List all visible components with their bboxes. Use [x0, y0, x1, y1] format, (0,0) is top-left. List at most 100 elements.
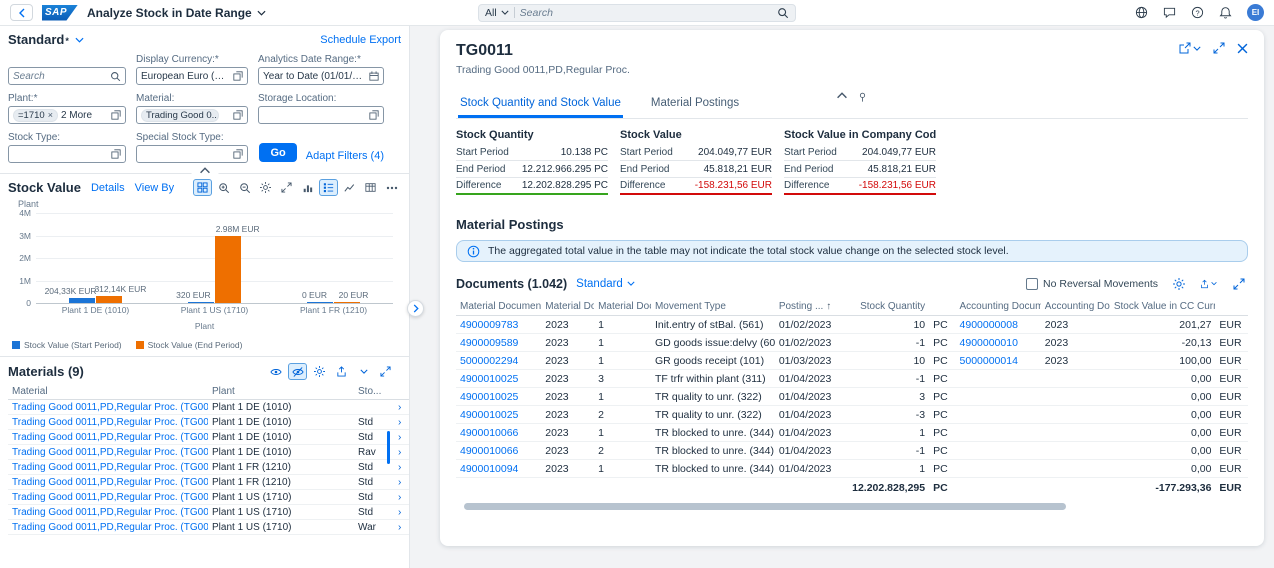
bar-chart-icon[interactable]: [298, 179, 317, 196]
enter-fullscreen-button[interactable]: [1213, 42, 1225, 54]
documents-variant-selector[interactable]: Standard: [576, 278, 635, 290]
fullscreen-icon[interactable]: [376, 363, 395, 380]
documents-col-header[interactable]: Posting ... ↑: [774, 298, 844, 316]
search-scope-select[interactable]: All: [485, 7, 509, 19]
schedule-export-link[interactable]: Schedule Export: [320, 34, 401, 46]
table-row[interactable]: Trading Good 0011,PD,Regular Proc. (TG00…: [8, 429, 409, 445]
zoom-out-icon[interactable]: [235, 179, 254, 196]
legend-icon[interactable]: [319, 179, 338, 196]
documents-col-header[interactable]: Accounting Do...: [1040, 298, 1110, 316]
accounting-document-link[interactable]: 4900000010: [960, 337, 1018, 349]
material-link[interactable]: Trading Good 0011,PD,Regular Proc. (TG00…: [12, 477, 208, 488]
shell-search-input[interactable]: [519, 6, 772, 19]
display-currency-field[interactable]: European Euro (EUR): [136, 67, 248, 85]
table-row[interactable]: 4900010066 2023 2 TR blocked to unre. (344)…: [456, 441, 1248, 460]
documents-col-header[interactable]: [1215, 298, 1248, 316]
search-icon[interactable]: [777, 7, 789, 19]
pin-header-button[interactable]: [858, 92, 868, 102]
legend-item[interactable]: Stock Value (End Period): [135, 340, 242, 350]
eye-icon[interactable]: [266, 363, 285, 380]
value-help-icon[interactable]: [233, 71, 243, 81]
plant-field[interactable]: =1710 × 2 More: [8, 106, 126, 124]
row-navigation-chevron[interactable]: ›: [394, 399, 409, 415]
material-document-link[interactable]: 4900009589: [460, 337, 518, 349]
material-link[interactable]: Trading Good 0011,PD,Regular Proc. (TG00…: [12, 417, 208, 428]
row-navigation-chevron[interactable]: ›: [394, 414, 409, 430]
materials-col-header[interactable]: Plant: [208, 384, 354, 400]
help-icon[interactable]: ?: [1191, 6, 1204, 19]
table-row[interactable]: 5000002294 2023 1 GR goods receipt (101) 01/…: [456, 351, 1248, 370]
scrollbar-thumb[interactable]: [464, 503, 1066, 510]
row-navigation-chevron[interactable]: ›: [394, 489, 409, 505]
material-document-link[interactable]: 4900010025: [460, 373, 518, 385]
close-button[interactable]: [1237, 43, 1248, 54]
table-row[interactable]: 4900010094 2023 1 TR blocked to unre. (344)…: [456, 459, 1248, 478]
tab-stock-quantity-and-stock-value[interactable]: Stock Quantity and Stock Value: [458, 92, 623, 118]
row-navigation-chevron[interactable]: ›: [394, 444, 409, 460]
drilldown-icon[interactable]: [193, 179, 212, 196]
table-row[interactable]: Trading Good 0011,PD,Regular Proc. (TG00…: [8, 504, 409, 520]
accounting-document-link[interactable]: 4900000008: [960, 319, 1018, 331]
documents-col-header[interactable]: Stock Quantity: [843, 298, 930, 316]
material-link[interactable]: Trading Good 0011,PD,Regular Proc. (TG00…: [12, 492, 208, 503]
accounting-document-link[interactable]: 5000000014: [960, 355, 1018, 367]
legend-item[interactable]: Stock Value (Start Period): [12, 340, 122, 350]
chart-bar[interactable]: 0 EUR: [302, 290, 333, 303]
materials-col-header[interactable]: Sto...: [354, 384, 394, 400]
expand-splitter-button[interactable]: [407, 300, 424, 317]
export-icon[interactable]: [332, 363, 351, 380]
bell-icon[interactable]: [1219, 6, 1232, 19]
chart-bar[interactable]: 20 EUR: [334, 290, 368, 303]
material-document-link[interactable]: 4900010094: [460, 463, 518, 475]
checkbox-icon[interactable]: [1026, 277, 1039, 290]
filter-search-field[interactable]: [8, 67, 126, 85]
documents-col-header[interactable]: [929, 298, 956, 316]
documents-col-header[interactable]: Accounting Docum...: [955, 298, 1041, 316]
fullscreen-icon[interactable]: [1229, 275, 1248, 292]
token-remove-icon[interactable]: ×: [48, 110, 53, 120]
calendar-icon[interactable]: [369, 71, 379, 81]
documents-col-header[interactable]: Material Docu...: [541, 298, 595, 316]
chart-bar[interactable]: 320 EUR: [176, 290, 214, 303]
chat-icon[interactable]: [1163, 6, 1176, 19]
material-document-link[interactable]: 4900009783: [460, 319, 518, 331]
documents-horizontal-scrollbar[interactable]: [456, 503, 1248, 510]
date-range-field[interactable]: Year to Date (01/01/202...: [258, 67, 384, 85]
table-row[interactable]: 4900009783 2023 1 Init.entry of stBal. (561…: [456, 315, 1248, 334]
table-row[interactable]: Trading Good 0011,PD,Regular Proc. (TG00…: [8, 399, 409, 415]
table-row[interactable]: 4900010025 2023 1 TR quality to unr. (322) 0…: [456, 387, 1248, 406]
export-menu-chevron-icon[interactable]: [354, 363, 373, 380]
table-row[interactable]: 4900010025 2023 3 TF trfr within plant (311…: [456, 369, 1248, 388]
material-document-link[interactable]: 4900010025: [460, 409, 518, 421]
gear-icon[interactable]: [256, 179, 275, 196]
gear-icon[interactable]: [1169, 275, 1188, 292]
share-button[interactable]: [1179, 42, 1201, 54]
table-row[interactable]: 4900009589 2023 1 GD goods issue:delvy (601…: [456, 333, 1248, 352]
material-link[interactable]: Trading Good 0011,PD,Regular Proc. (TG00…: [12, 432, 208, 443]
gear-icon[interactable]: [310, 363, 329, 380]
go-button[interactable]: Go: [259, 143, 297, 162]
material-link[interactable]: Trading Good 0011,PD,Regular Proc. (TG00…: [12, 507, 208, 518]
row-navigation-chevron[interactable]: ›: [394, 459, 409, 475]
documents-col-header[interactable]: Material Document: [456, 298, 542, 316]
row-navigation-chevron[interactable]: ›: [394, 504, 409, 520]
plant-token[interactable]: =1710 ×: [13, 108, 58, 122]
material-token[interactable]: Trading Good 0...×: [141, 108, 219, 122]
tab-material-postings[interactable]: Material Postings: [649, 92, 741, 118]
fullscreen-icon[interactable]: [277, 179, 296, 196]
row-navigation-chevron[interactable]: ›: [394, 429, 409, 445]
materials-scrollbar-thumb[interactable]: [387, 431, 390, 464]
table-row[interactable]: 4900010025 2023 2 TR quality to unr. (322) 0…: [456, 405, 1248, 424]
material-link[interactable]: Trading Good 0011,PD,Regular Proc. (TG00…: [12, 447, 208, 458]
zoom-in-icon[interactable]: [214, 179, 233, 196]
back-button[interactable]: [10, 4, 33, 21]
table-row[interactable]: 4900010066 2023 1 TR blocked to unre. (344)…: [456, 423, 1248, 442]
chart-bar[interactable]: 312,14K EUR: [94, 284, 146, 303]
variant-selector[interactable]: Standard *: [8, 32, 84, 47]
filter-bar-collapse-button[interactable]: [191, 167, 218, 174]
material-link[interactable]: Trading Good 0011,PD,Regular Proc. (TG00…: [12, 462, 208, 473]
row-navigation-chevron[interactable]: ›: [394, 519, 409, 535]
materials-col-header[interactable]: Material: [8, 384, 208, 400]
documents-col-header[interactable]: Stock Value in CC Currency: [1109, 298, 1216, 316]
material-document-link[interactable]: 5000002294: [460, 355, 518, 367]
